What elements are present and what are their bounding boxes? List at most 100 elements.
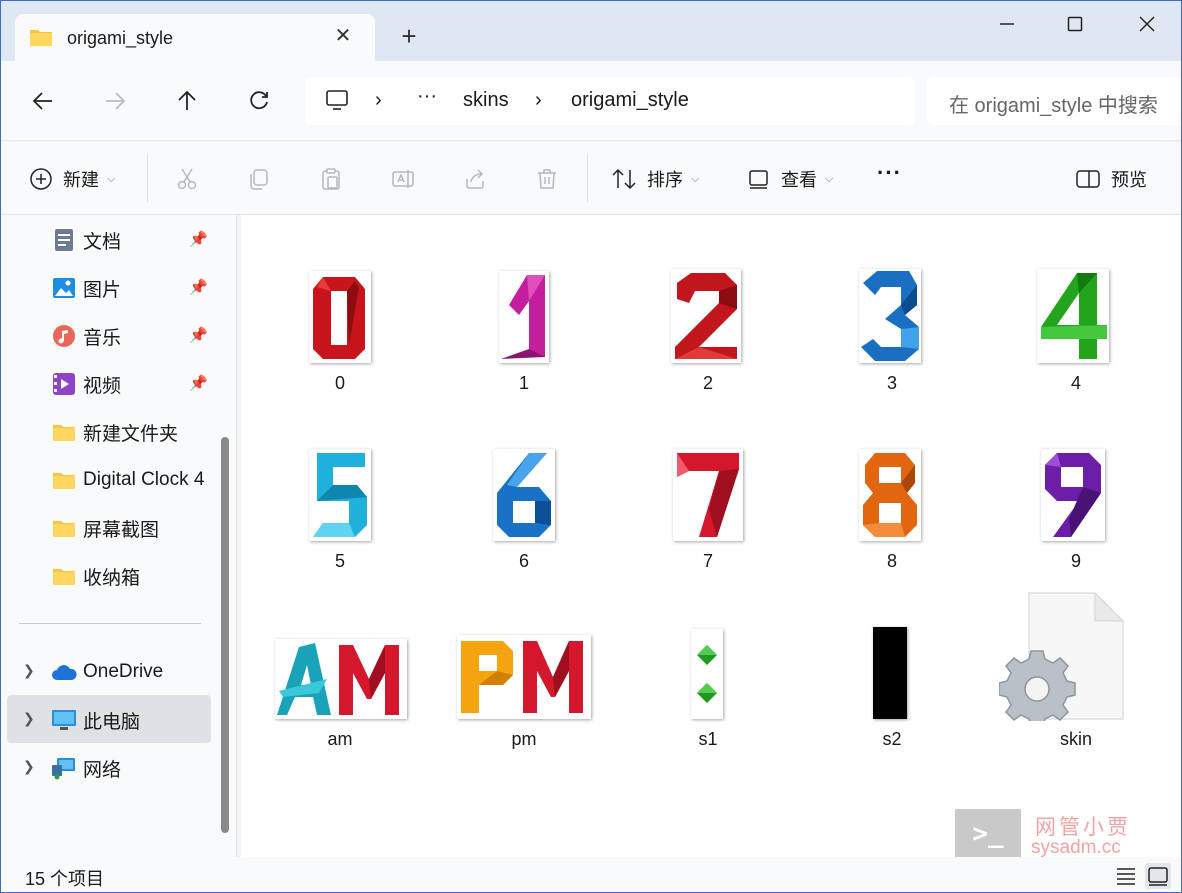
sidebar-item-label: 图片 [83, 279, 122, 301]
new-label: 新建 [63, 170, 99, 190]
details-view-button[interactable] [1113, 863, 1139, 889]
sidebar-item-pictures[interactable]: 图片 [51, 268, 121, 308]
delete-button[interactable] [535, 164, 559, 194]
sidebar-item-onedrive[interactable]: OneDrive [51, 652, 163, 692]
file-name: skin [1059, 729, 1092, 749]
file-name: 3 [886, 373, 897, 393]
divider [587, 154, 588, 202]
tab-title: origami_style [67, 28, 174, 48]
folder-icon [51, 563, 77, 589]
file-name: 5 [334, 551, 345, 571]
explorer-window: origami_style ✕ + › ··· skins › origami_… [0, 0, 1182, 893]
pin-icon[interactable]: 📌 [189, 374, 208, 392]
more-options-button[interactable]: ··· [877, 158, 902, 188]
sidebar-item-label: 屏幕截图 [83, 519, 160, 541]
paste-button[interactable] [319, 164, 343, 194]
folder-icon [29, 27, 53, 52]
arrow-right-icon [106, 92, 126, 110]
file-list: 0 1 2 3 4 5 6 7 8 9 am pm s1 s2 skin [241, 215, 1181, 857]
file-name: s2 [882, 729, 902, 749]
new-button[interactable]: 新建 ⌵ [29, 164, 115, 194]
up-button[interactable] [169, 83, 205, 119]
pin-icon[interactable]: 📌 [189, 230, 208, 248]
close-tab-icon[interactable]: ✕ [331, 24, 355, 48]
close-window-button[interactable] [1125, 9, 1169, 39]
sidebar-item-videos[interactable]: 视频 [51, 364, 121, 404]
sidebar-item-network[interactable]: 网络 [51, 748, 121, 788]
clipboard-icon [322, 168, 340, 190]
search-input[interactable]: 在 origami_style 中搜索 [927, 77, 1181, 125]
file-name: 0 [334, 373, 345, 393]
music-icon [51, 323, 77, 349]
document-icon [51, 227, 77, 253]
scissors-icon [177, 168, 197, 190]
refresh-button[interactable] [241, 83, 277, 119]
chevron-down-icon: ⌵ [107, 172, 116, 185]
maximize-button[interactable] [1053, 9, 1097, 39]
navigation-pane: 文档 📌 图片 📌 音乐 📌 视频 📌 新建文件夹 Digital Clock … [1, 215, 237, 857]
preview-pane-icon [1076, 170, 1100, 188]
trash-icon [538, 169, 556, 189]
breadcrumb-separator[interactable]: › [535, 89, 542, 112]
folder-icon [51, 467, 77, 493]
new-tab-button[interactable]: + [395, 23, 423, 51]
sidebar-item-digital-clock[interactable]: Digital Clock 4 [51, 460, 204, 500]
pictures-icon [51, 275, 77, 301]
sort-icon [612, 168, 636, 190]
file-name: am [327, 729, 353, 749]
arrow-up-icon [178, 90, 196, 110]
preview-label: 预览 [1111, 170, 1147, 190]
network-icon [51, 755, 77, 781]
sidebar-item-label: 网络 [83, 759, 122, 781]
sidebar-item-new-folder[interactable]: 新建文件夹 [51, 412, 178, 452]
thumbnail [1037, 269, 1109, 363]
this-pc-icon [326, 90, 348, 110]
arrow-left-icon [32, 92, 52, 110]
preview-button[interactable]: 预览 [1075, 164, 1147, 194]
search-placeholder: 在 origami_style 中搜索 [949, 95, 1158, 117]
file-name: s1 [698, 729, 718, 749]
breadcrumb-current[interactable]: origami_style [571, 89, 689, 112]
plus-circle-icon [30, 168, 52, 190]
list-view-icon [1117, 868, 1135, 885]
scrollbar-thumb[interactable] [221, 437, 229, 833]
chevron-right-icon[interactable]: ❯ [23, 710, 35, 727]
sidebar-scrollbar[interactable] [219, 223, 231, 835]
breadcrumb-skins[interactable]: skins [463, 89, 509, 112]
rename-button[interactable] [391, 164, 415, 194]
tab-origami-style[interactable]: origami_style ✕ [15, 14, 375, 61]
copy-icon [250, 169, 268, 190]
view-label: 查看 [781, 170, 817, 190]
sidebar-item-label: 此电脑 [83, 711, 141, 733]
sidebar-item-this-pc[interactable]: 此电脑 [51, 700, 140, 740]
sidebar-item-label: 视频 [83, 375, 122, 397]
this-pc-icon [51, 707, 77, 733]
back-button[interactable] [25, 83, 61, 119]
cut-button[interactable] [175, 164, 199, 194]
breadcrumb-separator[interactable]: › [375, 89, 382, 112]
thumbnail [309, 271, 371, 363]
copy-button[interactable] [247, 164, 271, 194]
pin-icon[interactable]: 📌 [189, 326, 208, 344]
file-name: 2 [702, 373, 713, 393]
minimize-button[interactable] [985, 9, 1029, 39]
tiles-view-button[interactable] [1145, 863, 1171, 889]
forward-button[interactable] [97, 83, 133, 119]
sidebar-divider [19, 623, 201, 624]
chevron-right-icon[interactable]: ❯ [23, 758, 35, 775]
chevron-right-icon[interactable]: ❯ [23, 662, 35, 679]
sort-button[interactable]: 排序 ⌵ [611, 164, 699, 194]
sidebar-item-documents[interactable]: 文档 [51, 220, 121, 260]
sidebar-item-inbox[interactable]: 收纳箱 [51, 556, 140, 596]
view-button[interactable]: 查看 ⌵ [747, 164, 833, 194]
file-name: 7 [702, 551, 713, 571]
share-button[interactable] [463, 164, 487, 194]
pin-icon[interactable]: 📌 [189, 278, 208, 296]
breadcrumb[interactable]: › ··· skins › origami_style [305, 77, 915, 125]
sidebar-item-screenshots[interactable]: 屏幕截图 [51, 508, 159, 548]
sidebar-item-music[interactable]: 音乐 [51, 316, 121, 356]
config-file-icon [998, 591, 1127, 728]
chevron-down-icon: ⌵ [825, 172, 834, 185]
view-icon [749, 170, 768, 189]
breadcrumb-more[interactable]: ··· [417, 85, 437, 108]
